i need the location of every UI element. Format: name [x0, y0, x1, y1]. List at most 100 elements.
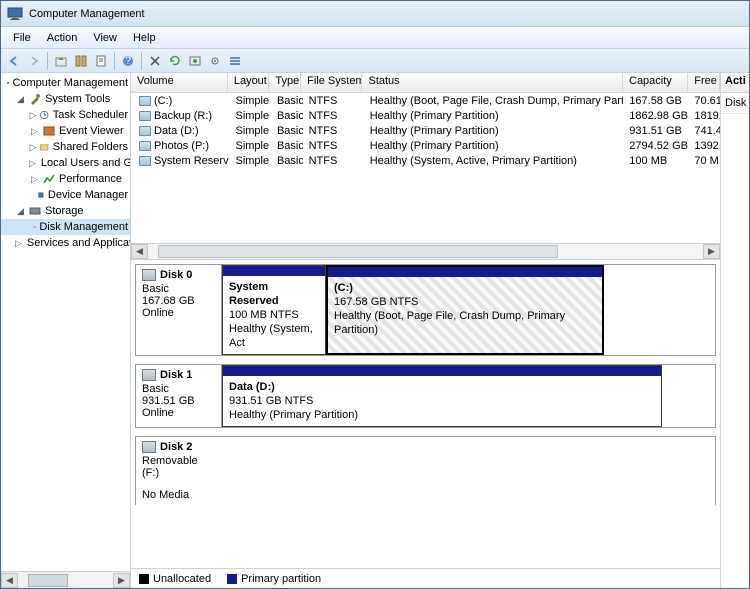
- partition-detail: 100 MB NTFS: [229, 309, 299, 321]
- delete-button[interactable]: [146, 52, 164, 70]
- forward-button[interactable]: [25, 52, 43, 70]
- refresh-button[interactable]: [166, 52, 184, 70]
- tree-shared-folders[interactable]: ▷ Shared Folders: [1, 139, 130, 155]
- help-button[interactable]: ?: [119, 52, 137, 70]
- scroll-right-icon[interactable]: ▶: [703, 244, 720, 259]
- tree-system-tools[interactable]: ◢System Tools: [1, 91, 130, 107]
- disk-1-block[interactable]: Disk 1 Basic 931.51 GB Online Data (D:) …: [135, 364, 716, 428]
- menu-help[interactable]: Help: [125, 30, 164, 46]
- primary-swatch: [227, 574, 237, 584]
- expand-icon[interactable]: ▷: [15, 238, 22, 249]
- scroll-left-icon[interactable]: ◀: [1, 573, 18, 588]
- disk-type: Basic: [142, 283, 215, 295]
- tree-task-scheduler[interactable]: ▷ Task Scheduler: [1, 107, 130, 123]
- toolbar-separator: [141, 52, 142, 70]
- actions-disk-item[interactable]: Disk: [721, 93, 749, 114]
- disk-size: 167.68 GB: [142, 295, 215, 307]
- volume-list: (C:)SimpleBasicNTFSHealthy (Boot, Page F…: [131, 93, 720, 243]
- disk-2-info: Disk 2 Removable (F:) No Media: [136, 437, 222, 505]
- tree-label: Shared Folders: [53, 141, 128, 153]
- settings-button[interactable]: [206, 52, 224, 70]
- tree-root[interactable]: Computer Management: [1, 75, 130, 91]
- pane-splitter-scrollbar[interactable]: ◀ ▶: [131, 243, 720, 260]
- folder-share-icon: [39, 140, 50, 154]
- show-hide-tree-button[interactable]: [72, 52, 90, 70]
- tree-performance[interactable]: ▷Performance: [1, 171, 130, 187]
- expand-icon[interactable]: ▷: [29, 174, 40, 185]
- menu-file[interactable]: File: [5, 30, 39, 46]
- drive-icon: [139, 126, 151, 136]
- disk-2-block[interactable]: Disk 2 Removable (F:) No Media: [135, 436, 716, 505]
- disk-icon: [142, 369, 156, 381]
- tree-storage[interactable]: ◢ Storage: [1, 203, 130, 219]
- volume-row[interactable]: (C:)SimpleBasicNTFSHealthy (Boot, Page F…: [131, 93, 720, 108]
- tree-label: Disk Management: [39, 221, 128, 233]
- col-volume[interactable]: Volume: [131, 73, 228, 92]
- menu-action[interactable]: Action: [39, 30, 86, 46]
- collapse-icon[interactable]: ◢: [15, 94, 26, 105]
- disk-size: 931.51 GB: [142, 395, 215, 407]
- partition-header: [223, 366, 661, 376]
- col-status[interactable]: Status: [362, 73, 623, 92]
- rescan-button[interactable]: [186, 52, 204, 70]
- scroll-thumb[interactable]: [158, 245, 558, 258]
- properties-button[interactable]: [92, 52, 110, 70]
- disk-graphical-view: Disk 0 Basic 167.68 GB Online System Res…: [131, 260, 720, 568]
- storage-icon: [28, 204, 42, 218]
- drive-icon: [139, 96, 151, 106]
- col-free[interactable]: Free :: [688, 73, 720, 92]
- tree-label: Task Scheduler: [53, 109, 128, 121]
- tree-label: Computer Management: [12, 77, 128, 89]
- legend-unallocated: Unallocated: [139, 573, 211, 585]
- tree-local-users[interactable]: ▷ Local Users and Groups: [1, 155, 130, 171]
- up-button[interactable]: [52, 52, 70, 70]
- expand-icon[interactable]: ▷: [29, 142, 37, 153]
- partition-c[interactable]: (C:) 167.58 GB NTFS Healthy (Boot, Page …: [326, 265, 604, 355]
- partition-system-reserved[interactable]: System Reserved 100 MB NTFS Healthy (Sys…: [222, 265, 326, 355]
- performance-icon: [42, 172, 56, 186]
- volume-row[interactable]: Data (D:)SimpleBasicNTFSHealthy (Primary…: [131, 123, 720, 138]
- collapse-icon[interactable]: ◢: [15, 206, 26, 217]
- computer-icon: [7, 76, 9, 90]
- disk-0-block[interactable]: Disk 0 Basic 167.68 GB Online System Res…: [135, 264, 716, 356]
- disk-state: No Media: [142, 489, 216, 501]
- tree-label: Device Manager: [48, 189, 128, 201]
- clock-icon: [39, 108, 50, 122]
- col-filesystem[interactable]: File System: [301, 73, 362, 92]
- legend-primary: Primary partition: [227, 573, 321, 585]
- tree-label: Local Users and Groups: [41, 157, 130, 169]
- expand-icon[interactable]: ▷: [29, 158, 36, 169]
- nav-horizontal-scrollbar[interactable]: ◀ ▶: [1, 571, 130, 588]
- back-button[interactable]: [5, 52, 23, 70]
- partition-d[interactable]: Data (D:) 931.51 GB NTFS Healthy (Primar…: [222, 365, 662, 427]
- menu-view[interactable]: View: [85, 30, 125, 46]
- expand-icon[interactable]: ▷: [29, 110, 37, 121]
- col-type[interactable]: Type: [269, 73, 301, 92]
- toolbar-separator: [47, 52, 48, 70]
- tree-event-viewer[interactable]: ▷Event Viewer: [1, 123, 130, 139]
- tree-device-manager[interactable]: Device Manager: [1, 187, 130, 203]
- col-layout[interactable]: Layout: [228, 73, 270, 92]
- computer-management-icon: [7, 6, 23, 22]
- partition-detail: 167.58 GB NTFS: [334, 296, 418, 308]
- col-capacity[interactable]: Capacity: [623, 73, 688, 92]
- scroll-left-icon[interactable]: ◀: [131, 244, 148, 259]
- volume-row[interactable]: System ReservedSimpleBasicNTFSHealthy (S…: [131, 153, 720, 168]
- volume-list-header: Volume Layout Type File System Status Ca…: [131, 73, 720, 93]
- main-content: Volume Layout Type File System Status Ca…: [131, 73, 721, 588]
- disk-state: Online: [142, 307, 215, 319]
- tree-disk-management[interactable]: Disk Management: [1, 219, 130, 235]
- tree-label: Storage: [45, 205, 84, 217]
- disk-1-info: Disk 1 Basic 931.51 GB Online: [136, 365, 222, 427]
- expand-icon[interactable]: ▷: [29, 126, 40, 137]
- toolbar: ?: [1, 49, 749, 73]
- disk-icon: [142, 269, 156, 281]
- tree-services[interactable]: ▷Services and Applications: [1, 235, 130, 251]
- partition-header: [223, 266, 325, 276]
- volume-row[interactable]: Photos (P:)SimpleBasicNTFSHealthy (Prima…: [131, 138, 720, 153]
- scroll-thumb[interactable]: [28, 574, 68, 587]
- scroll-right-icon[interactable]: ▶: [113, 573, 130, 588]
- volume-row[interactable]: Backup (R:)SimpleBasicNTFSHealthy (Prima…: [131, 108, 720, 123]
- partition-title: (C:): [334, 282, 353, 294]
- list-view-button[interactable]: [226, 52, 244, 70]
